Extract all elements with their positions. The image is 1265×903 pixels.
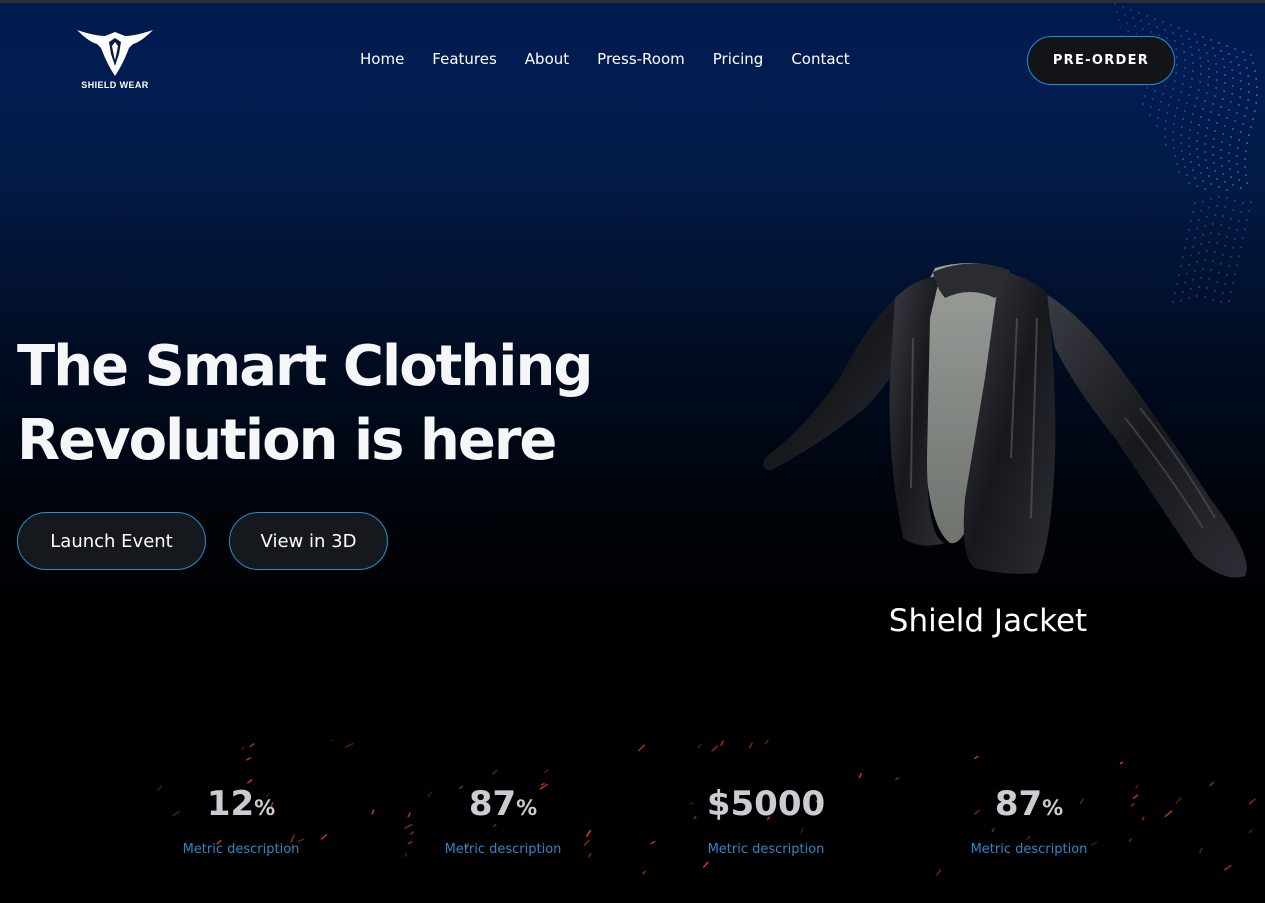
nav-press-room[interactable]: Press-Room — [583, 50, 699, 68]
metric-description: Metric description — [970, 842, 1088, 857]
metric-description: Metric description — [444, 842, 562, 857]
nav-pricing[interactable]: Pricing — [699, 50, 778, 68]
window-top-border — [0, 0, 1265, 3]
nav-home[interactable]: Home — [346, 50, 418, 68]
metric-value: 12% — [206, 784, 276, 824]
nav-contact[interactable]: Contact — [777, 50, 863, 68]
product-name: Shield Jacket — [888, 603, 1088, 639]
metric-description: Metric description — [707, 842, 825, 857]
metric-2: 87% Metric description — [403, 784, 603, 857]
hero-headline: The Smart Clothing Revolution is here — [17, 330, 637, 478]
metric-value: $5000 — [706, 784, 826, 824]
metric-value: 87% — [994, 784, 1064, 824]
nav-about[interactable]: About — [511, 50, 583, 68]
metric-description: Metric description — [182, 842, 300, 857]
nav-features[interactable]: Features — [418, 50, 511, 68]
metric-4: 87% Metric description — [929, 784, 1129, 857]
brand-logo[interactable]: SHIELD WEAR — [70, 24, 160, 96]
metric-3: $5000 Metric description — [666, 784, 866, 857]
metric-1: 12% Metric description — [141, 784, 341, 857]
eagle-shield-icon — [77, 30, 153, 76]
brand-name: SHIELD WEAR — [81, 80, 149, 90]
pre-order-button[interactable]: PRE-ORDER — [1027, 36, 1175, 85]
main-nav: Home Features About Press-Room Pricing C… — [346, 50, 864, 68]
launch-event-button[interactable]: Launch Event — [17, 512, 206, 570]
metric-value: 87% — [468, 784, 538, 824]
hero-headline-line2: Revolution is here — [17, 408, 557, 473]
leather-jacket-icon[interactable] — [755, 258, 1255, 588]
hero-headline-line1: The Smart Clothing — [17, 334, 593, 399]
view-in-3d-button[interactable]: View in 3D — [229, 512, 388, 570]
